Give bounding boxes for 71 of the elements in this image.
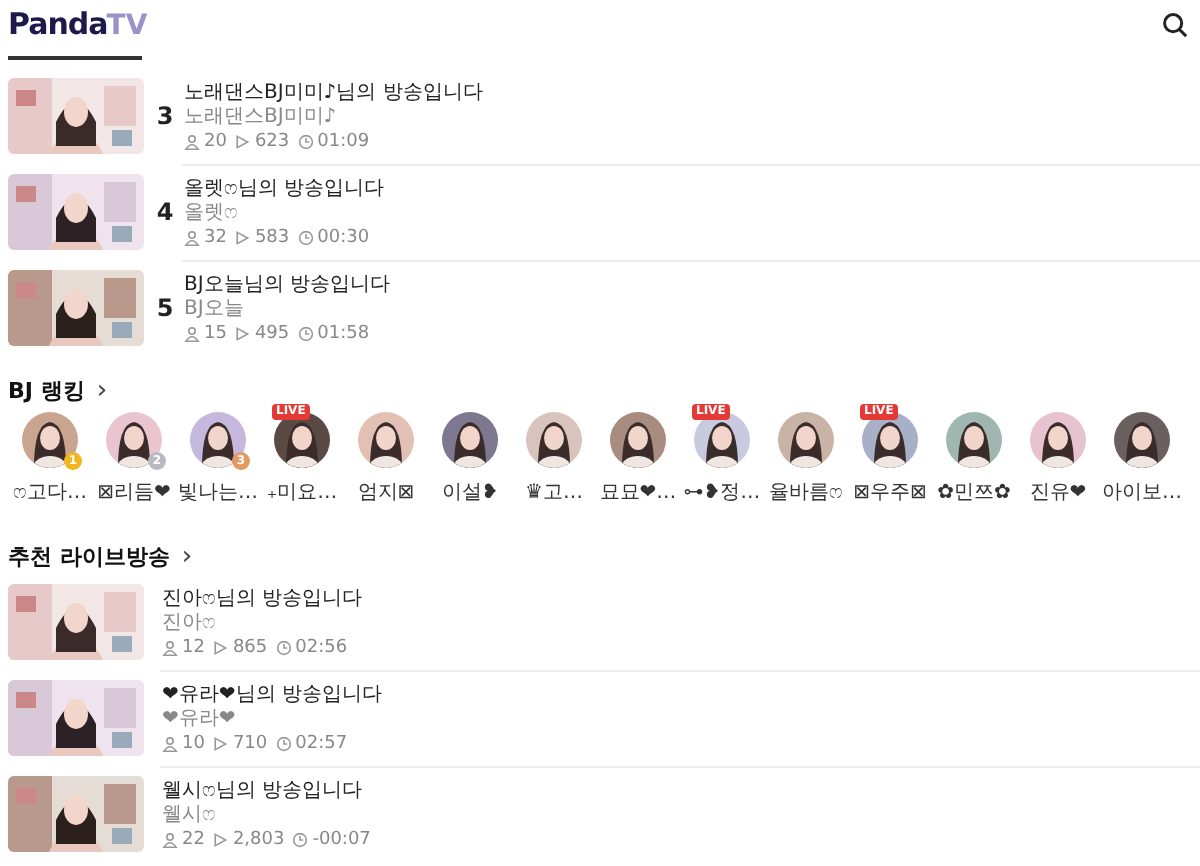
viewer-count: 20 (204, 129, 227, 153)
play-icon (212, 736, 229, 752)
play-count: 710 (232, 732, 268, 756)
bj-name[interactable]: 진유❤ (1029, 478, 1087, 506)
bj-name[interactable]: ✿민쯔✿ (937, 478, 1011, 506)
stream-title[interactable]: ❤유라❤님의 방송입니다 (162, 682, 1200, 708)
person-icon (184, 230, 200, 246)
play-icon (212, 639, 229, 655)
more-link[interactable]: › (181, 543, 193, 569)
play-icon (234, 326, 251, 342)
bj-name[interactable]: 아이보… (1102, 478, 1182, 506)
stream-title[interactable]: 진아ෆ님의 방송입니다 (162, 585, 1200, 611)
person-icon (184, 326, 200, 342)
rank-number: 5 (154, 294, 176, 322)
logo-text[interactable]: Panda (8, 6, 108, 42)
stream-duration: 00:30 (317, 226, 370, 250)
bj-name[interactable]: ♛고… (525, 478, 583, 506)
viewer-count: 10 (182, 732, 205, 756)
viewer-count: 32 (204, 226, 227, 250)
play-count: 495 (254, 322, 290, 346)
bj-name[interactable]: 이설❥ (441, 478, 499, 506)
stream-title[interactable]: 노래댄스BJ미미♪님의 방송입니다 (184, 79, 1200, 105)
person-icon (162, 736, 178, 752)
play-icon (212, 832, 229, 848)
streamer-name: 웰시ෆ (162, 804, 218, 828)
stream-duration: 02:56 (295, 635, 348, 659)
person-icon (162, 832, 178, 848)
bj-name[interactable]: 율바름ෆ (769, 478, 843, 506)
stream-title[interactable]: 올렛ෆ님의 방송입니다 (184, 176, 1200, 202)
clock-icon (297, 230, 314, 246)
bj-name[interactable]: 엄지⊠ (357, 478, 415, 506)
stream-duration: 01:58 (317, 322, 370, 346)
stream-duration: -00:07 (312, 828, 371, 852)
clock-icon (275, 736, 292, 752)
rank-number: 4 (154, 198, 176, 226)
play-icon (234, 133, 251, 149)
viewer-count: 15 (204, 322, 227, 346)
bj-name[interactable]: ⊶❥정… (683, 478, 761, 506)
bj-name[interactable]: ⊠리듬❤ (97, 478, 171, 506)
play-count: 865 (232, 635, 268, 659)
section-heading: 추천 라이브방송 (8, 541, 170, 571)
bj-name[interactable]: 묘묘❤… (599, 478, 677, 506)
clock-icon (297, 326, 314, 342)
stream-title[interactable]: BJ오늘님의 방송입니다 (184, 272, 1200, 298)
streamer-name: 진아ෆ (162, 611, 218, 635)
stream-title[interactable]: 웰시ෆ님의 방송입니다 (162, 778, 1200, 804)
streamer-name: 노래댄스BJ미미♪ (184, 105, 339, 129)
rank-number: 3 (154, 102, 176, 130)
more-link[interactable]: › (96, 377, 108, 403)
viewer-count: 12 (182, 635, 205, 659)
bj-name[interactable]: ෆ고다… (13, 478, 87, 506)
stream-duration: 01:09 (317, 129, 370, 153)
clock-icon (292, 832, 309, 848)
bj-name[interactable]: 빛나는… (178, 478, 258, 506)
person-icon (162, 639, 178, 655)
play-icon (234, 230, 251, 246)
streamer-name: BJ오늘 (184, 298, 246, 322)
stream-duration: 02:57 (295, 732, 348, 756)
bj-name[interactable]: ₊미요… (266, 478, 338, 506)
play-count: 2,803 (232, 828, 285, 852)
bj-name[interactable]: ⊠우주⊠ (853, 478, 927, 506)
section-heading: BJ 랭킹 (8, 375, 85, 405)
clock-icon (275, 639, 292, 655)
streamer-name: 올렛ෆ (184, 202, 240, 226)
viewer-count: 22 (182, 828, 205, 852)
play-count: 583 (254, 226, 290, 250)
streamer-name: ❤유라❤ (162, 708, 238, 732)
person-icon (184, 133, 200, 149)
search-icon[interactable] (1162, 11, 1188, 37)
clock-icon (297, 133, 314, 149)
play-count: 623 (254, 129, 290, 153)
